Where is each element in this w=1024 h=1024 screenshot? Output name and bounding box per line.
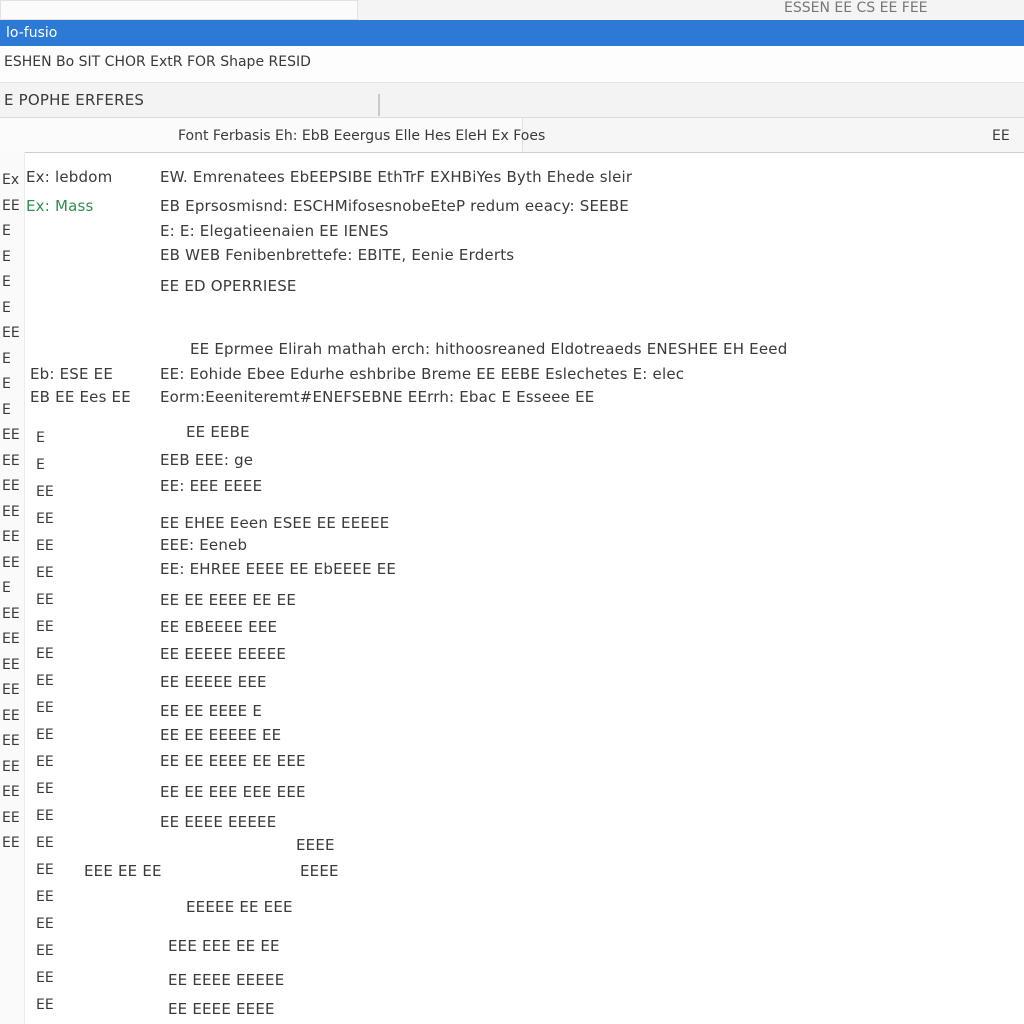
list-item: EE EEEE EEEEE xyxy=(168,971,285,989)
column-header-right[interactable]: EE xyxy=(992,128,1010,144)
path-label[interactable]: E POPHE ERFERES xyxy=(4,91,144,109)
list-item: EE: EEE EEEE xyxy=(160,477,263,495)
text-line: EW. Emrenatees EbEEPSIBE EthTrF EXHBiYes… xyxy=(160,168,633,186)
text-line: EE Eprmee Elirah mathah erch: hithoosrea… xyxy=(190,340,788,358)
sidebar-item[interactable]: Ex: lebdom xyxy=(26,168,112,186)
gutter-numbers-2: E E EE EE EE EE EE EE EE EE EE EE EE EE … xyxy=(36,430,54,1013)
note-text: EEEE xyxy=(296,836,335,854)
list-item: EE: EHREE EEEE EE EbEEEE EE xyxy=(160,560,397,578)
path-separator xyxy=(378,94,380,116)
address-box[interactable] xyxy=(0,0,358,20)
list-item: EE EE EEEEE EE xyxy=(160,726,282,744)
window-title-right: ESSEN EE CS EE FEE xyxy=(784,0,928,16)
sidebar-item[interactable]: Ex: Mass xyxy=(26,197,94,215)
list-item: EE EEBE xyxy=(186,423,250,441)
toolbar-menu[interactable]: ESHEN Bo SIT CHOR ExtR FOR Shape RESID xyxy=(4,54,311,70)
status-right: EEEE xyxy=(300,862,339,880)
list-item: EE EBEEEE EEE xyxy=(160,618,278,636)
window-title: lo-fusio xyxy=(6,25,58,41)
column-header[interactable]: Font Ferbasis Eh: EbB Eeergus Elle Hes E… xyxy=(178,128,545,144)
text-line: Eorm:Eeeniteremt#ENEFSEBNE EErrh: Ebac E… xyxy=(160,388,595,406)
list-item: EE EEEEE EEE xyxy=(160,673,267,691)
list-item: EEE: Eeneb xyxy=(160,536,248,554)
list-item: EE EEEE EEEE xyxy=(168,1000,275,1018)
list-item: EE EEEE EEEEE xyxy=(160,813,277,831)
list-item: EE EE EEEE E xyxy=(160,702,263,720)
status-left: EEE EE EE xyxy=(84,862,162,880)
list-item: EE EHEE Eeen ESEE EE EEEEE xyxy=(160,514,390,532)
list-item: EE EE EEE EEE EEE xyxy=(160,783,306,801)
text-line: E: E: Elegatieenaien EE IENES xyxy=(160,222,389,240)
list-item: EEE EEE EE EE xyxy=(168,937,280,955)
list-item: EE EEEEE EEEEE xyxy=(160,645,287,663)
side-label: EB EE Ees EE xyxy=(30,388,131,406)
path-bar xyxy=(0,83,1024,118)
list-item: EE EE EEEE EE EEE xyxy=(160,752,306,770)
text-line: EB Eprsosmisnd: ESCHMifosesnobeEteP redu… xyxy=(160,197,629,215)
list-item: EEB EEE: ge xyxy=(160,451,254,469)
text-line: EB WEB Fenibenbrettefe: EBITE, Eenie Erd… xyxy=(160,246,515,264)
text-line: EE ED OPERRIESE xyxy=(160,277,297,295)
title-band xyxy=(0,20,1024,46)
text-line: EE: Eohide Ebee Edurhe eshbribe Breme EE… xyxy=(160,365,685,383)
gutter-numbers: Ex EE E E E E EE E E E EE EE EE EE EE EE… xyxy=(2,172,20,851)
side-label: Eb: ESE EE xyxy=(30,365,114,383)
list-item: EE EE EEEE EE EE xyxy=(160,591,297,609)
list-item: EEEEE EE EEE xyxy=(186,898,293,916)
